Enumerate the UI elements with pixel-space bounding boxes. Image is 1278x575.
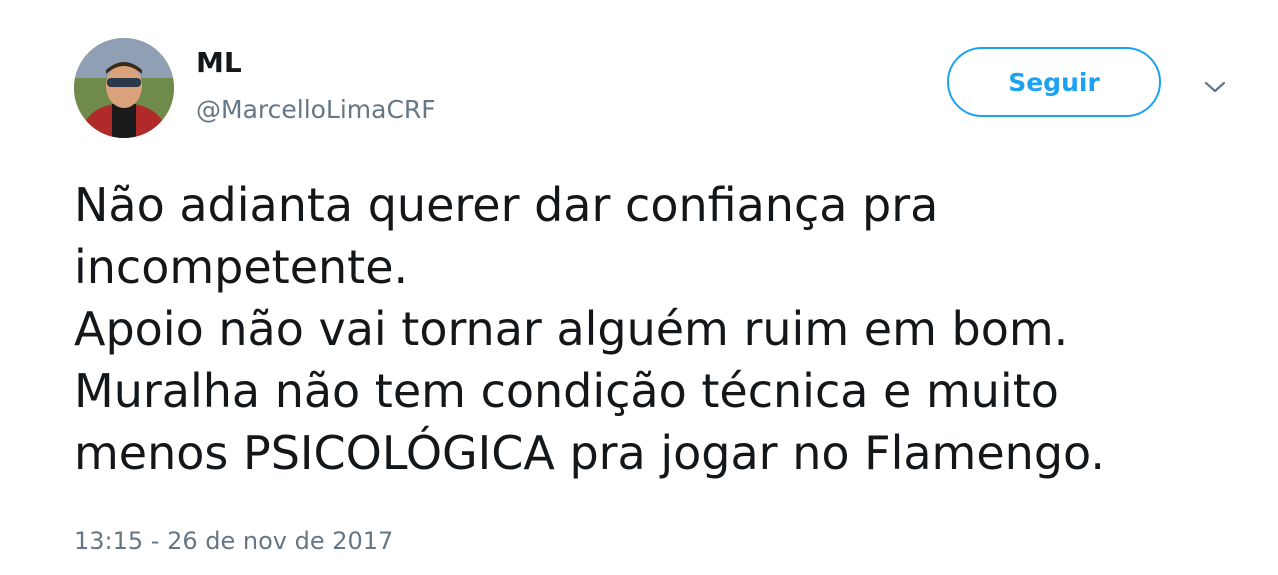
- follow-button[interactable]: Seguir: [947, 47, 1161, 117]
- avatar-photo-icon: [74, 38, 174, 138]
- display-name[interactable]: ML: [196, 45, 242, 81]
- tweet-text: Não adianta querer dar confiança pra inc…: [74, 178, 1105, 480]
- tweet-timestamp[interactable]: 13:15 - 26 de nov de 2017: [74, 524, 393, 558]
- tweet-card: ML @MarcelloLimaCRF Seguir Não adianta q…: [0, 0, 1278, 575]
- user-handle[interactable]: @MarcelloLimaCRF: [196, 93, 436, 127]
- chevron-down-icon[interactable]: [1200, 72, 1230, 102]
- avatar[interactable]: [74, 38, 174, 138]
